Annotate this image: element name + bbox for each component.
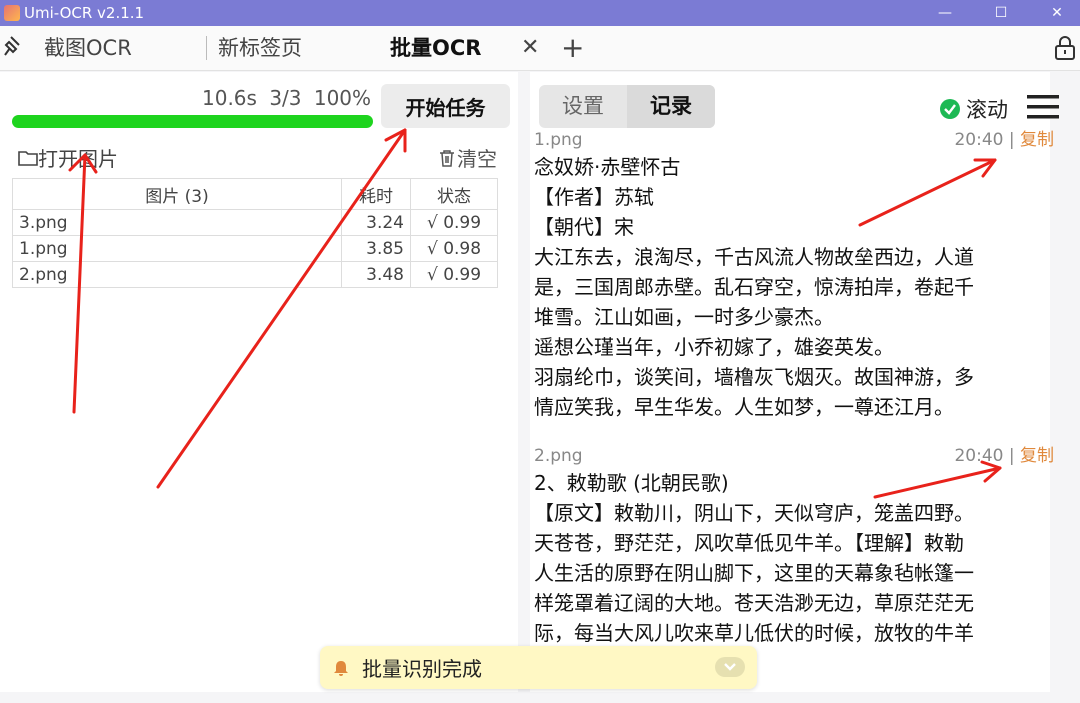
annotation-arrow-line — [72, 153, 87, 414]
annotation-arrow-line — [156, 128, 407, 489]
annotation-arrow-line — [873, 466, 1002, 499]
annotation-arrows — [68, 128, 1002, 499]
annotation-arrow-head — [384, 128, 407, 153]
annotation-arrow-line — [858, 158, 997, 227]
